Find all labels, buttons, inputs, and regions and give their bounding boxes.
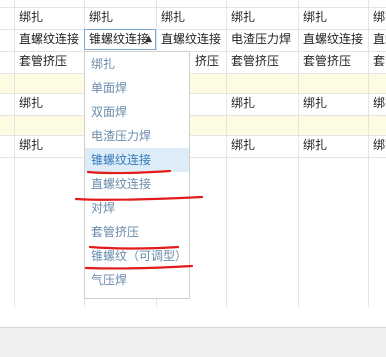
table-row: 套管挤压 挤压 套管挤压 套管挤压 套管	[0, 51, 386, 73]
table-cell[interactable]: 绑扎	[226, 7, 298, 29]
table-row: 绑扎 绑扎 绑扎 绑扎 绑扎 绑扎	[0, 7, 386, 29]
dropdown-option[interactable]: 套管挤压	[85, 220, 189, 244]
row-divider	[0, 157, 386, 158]
column-divider	[226, 0, 227, 307]
connection-type-combobox[interactable]: 锥螺纹连接 ▲	[84, 29, 156, 50]
table-cell[interactable]: 直螺纹连接	[156, 29, 226, 51]
table-cell[interactable]: 绑扎	[226, 93, 298, 115]
row-divider	[0, 51, 386, 52]
dropdown-arrow-icon[interactable]: ▲	[145, 30, 152, 49]
table-cell[interactable]: 绑扎	[368, 135, 386, 157]
table-cell[interactable]: 绑扎	[368, 7, 386, 29]
table-cell[interactable]: 套管挤压	[298, 51, 368, 73]
row-divider	[0, 93, 386, 94]
dropdown-option[interactable]: 对焊	[85, 196, 189, 220]
row-divider	[0, 135, 386, 136]
table-cell[interactable]: 绑扎	[14, 135, 84, 157]
table-cell[interactable]: 绑扎	[14, 7, 84, 29]
table-cell[interactable]: 挤压	[190, 51, 226, 73]
table-row	[0, 73, 386, 93]
table-cell[interactable]: 绑扎	[226, 135, 298, 157]
table-row: 绑扎 绑扎 绑扎 绑扎	[0, 93, 386, 115]
row-divider	[0, 73, 386, 74]
dropdown-option[interactable]: 电渣压力焊	[85, 124, 189, 148]
table-cell[interactable]: 绑扎	[298, 135, 368, 157]
data-grid: 绑扎 绑扎 绑扎 绑扎 绑扎 绑扎 直螺纹连接 直螺纹连接 电渣压力焊 直螺纹连…	[0, 0, 386, 307]
table-cell[interactable]: 绑扎	[14, 93, 84, 115]
column-divider	[298, 0, 299, 307]
table-cell[interactable]: 绑扎	[298, 93, 368, 115]
dropdown-option-selected[interactable]: 锥螺纹连接	[85, 148, 189, 172]
column-divider	[368, 0, 369, 307]
table-cell[interactable]: 套管	[368, 51, 386, 73]
table-cell[interactable]: 直螺纹连接	[298, 29, 368, 51]
table-row	[0, 115, 386, 135]
table-cell[interactable]: 绑扎	[298, 7, 368, 29]
row-divider	[0, 7, 386, 8]
dropdown-option[interactable]: 双面焊	[85, 100, 189, 124]
dropdown-option[interactable]: 锥螺纹（可调型）	[85, 244, 189, 268]
row-divider	[0, 29, 386, 30]
dropdown-list: 绑扎 单面焊 双面焊 电渣压力焊 锥螺纹连接 直螺纹连接 对焊 套管挤压 锥螺纹…	[84, 51, 190, 299]
table-cell[interactable]: 套管挤压	[226, 51, 298, 73]
table-cell[interactable]: 电渣压力焊	[226, 29, 298, 51]
column-divider	[14, 0, 15, 307]
table-cell[interactable]: 绑扎	[156, 7, 226, 29]
combobox-value: 锥螺纹连接	[89, 32, 150, 46]
table-row: 绑扎 绑扎 绑扎 绑扎	[0, 135, 386, 157]
dropdown-option[interactable]: 单面焊	[85, 76, 189, 100]
dropdown-option[interactable]: 气压焊	[85, 268, 189, 292]
table-row: 直螺纹连接 直螺纹连接 电渣压力焊 直螺纹连接 直螺	[0, 29, 386, 51]
row-divider	[0, 115, 386, 116]
dropdown-option[interactable]: 绑扎	[85, 52, 189, 76]
table-cell[interactable]: 绑扎	[84, 7, 156, 29]
horizontal-scrollbar[interactable]	[0, 327, 386, 357]
table-cell[interactable]: 直螺	[368, 29, 386, 51]
table-cell[interactable]: 套管挤压	[14, 51, 84, 73]
table-cell[interactable]: 直螺纹连接	[14, 29, 84, 51]
dropdown-option[interactable]: 直螺纹连接	[85, 172, 189, 196]
table-cell[interactable]: 绑扎	[368, 93, 386, 115]
